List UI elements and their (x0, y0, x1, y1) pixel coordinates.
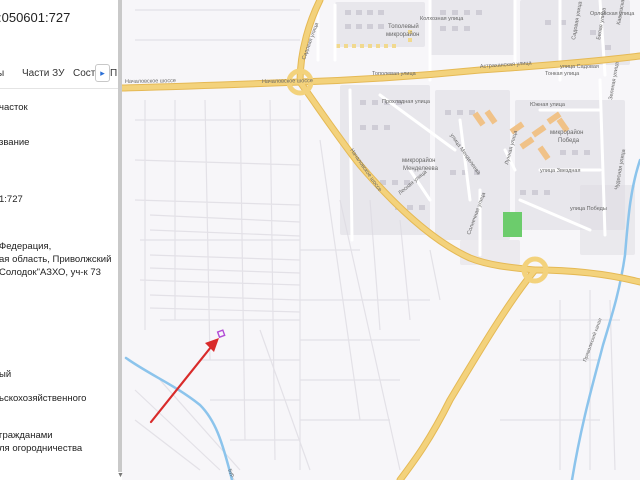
street-label-6: Южная улица (530, 102, 566, 108)
panel-value-type: часток (0, 102, 28, 113)
district-label-1: Тополевый (388, 23, 419, 30)
panel-value-address-1: Федерация, (0, 241, 52, 252)
panel-scrollbar[interactable] (118, 0, 122, 472)
street-label-8: улица Звездная (540, 168, 580, 174)
tab-parcel-parts[interactable]: Части ЗУ (22, 68, 64, 79)
panel-value-number: 1:727 (0, 194, 23, 205)
panel-value-category-1: ый (0, 369, 12, 380)
panel-value-address-3: Солодок"АЗХО, уч-к 73 (0, 267, 101, 278)
panel-value-use-2: ля огородничества (0, 443, 83, 454)
park-area (503, 212, 522, 237)
district-label-3b: Победа (558, 138, 580, 144)
district-label-2: микрорайон (402, 157, 435, 164)
panel-tabs: ы Части ЗУ Соста ▸ П (0, 64, 118, 86)
tab-truncated[interactable]: П (110, 68, 117, 79)
street-label-2: Прохладная улица (382, 99, 431, 105)
panel-title: :050601:727 (0, 10, 71, 25)
district-label-3: микрорайон (550, 129, 583, 136)
district-label-1b: микрорайон (386, 31, 419, 38)
panel-value-category-2: ьскохозяйственного (0, 393, 87, 404)
urban-blocks (335, 0, 635, 265)
panel-value-address-2: ая область, Приволжский (0, 254, 112, 265)
map-view[interactable]: Началовское шоссе Началовское шоссе Астр… (122, 0, 640, 480)
road-label-west: Началовское шоссе (125, 78, 176, 85)
street-label-18: Колхозная улица (420, 16, 464, 22)
panel-value-use-1: гражданами (0, 430, 53, 441)
tab-info[interactable]: ы (0, 68, 4, 79)
panel-value-name: звание (0, 137, 30, 148)
tabs-next-chevron-icon[interactable]: ▸ (95, 64, 110, 82)
street-label-9: улица Победы (570, 206, 607, 212)
street-label-1: Тополевая улица (372, 71, 417, 77)
road-label-mid: Началовское шоссе (262, 78, 313, 85)
cadastral-info-panel: :050601:727 ы Части ЗУ Соста ▸ П часток … (0, 0, 118, 480)
district-label-2b: Менделеева (403, 166, 439, 172)
tabs-divider (0, 88, 118, 89)
scroll-down-arrow-icon[interactable]: ▼ (117, 472, 124, 479)
street-label-14: Орловская улица (590, 11, 635, 17)
street-label-15: Тонкая улица (545, 71, 580, 77)
street-label-17: улица Садовая (560, 64, 599, 70)
